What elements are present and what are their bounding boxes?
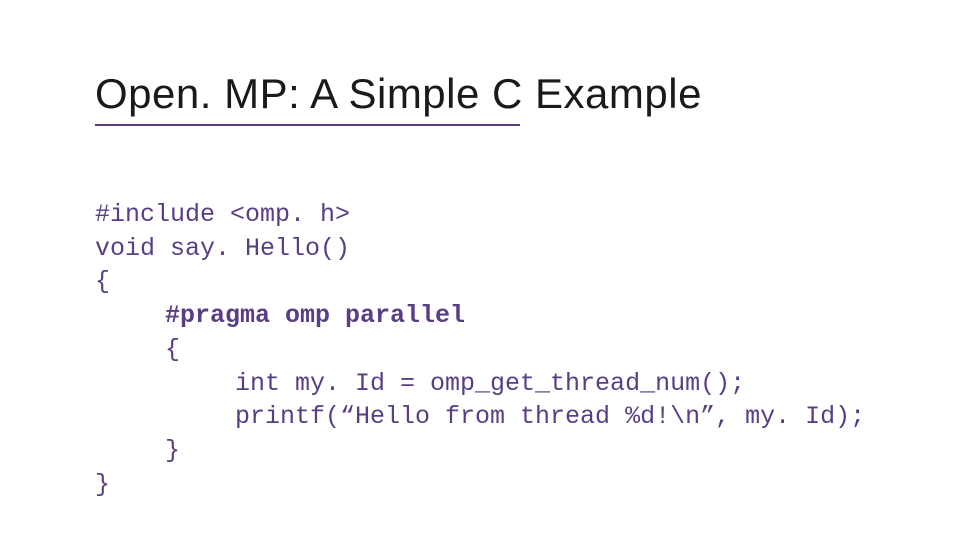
code-block: #include <omp. h> void say. Hello() { #p… [95, 164, 870, 535]
code-line: { [95, 333, 180, 367]
code-line: { [95, 267, 110, 296]
code-line: } [95, 434, 180, 468]
code-line-pragma: #pragma omp parallel [95, 299, 465, 333]
code-line: int my. Id = omp_get_thread_num(); [95, 367, 745, 401]
slide-title: Open. MP: A Simple C Example [95, 70, 870, 118]
code-line: printf(“Hello from thread %d!\n”, my. Id… [95, 400, 865, 434]
slide: Open. MP: A Simple C Example #include <o… [0, 0, 960, 540]
code-line: void say. Hello() [95, 234, 350, 263]
code-line: #include <omp. h> [95, 200, 350, 229]
title-underline [95, 124, 520, 126]
code-line: } [95, 470, 110, 499]
